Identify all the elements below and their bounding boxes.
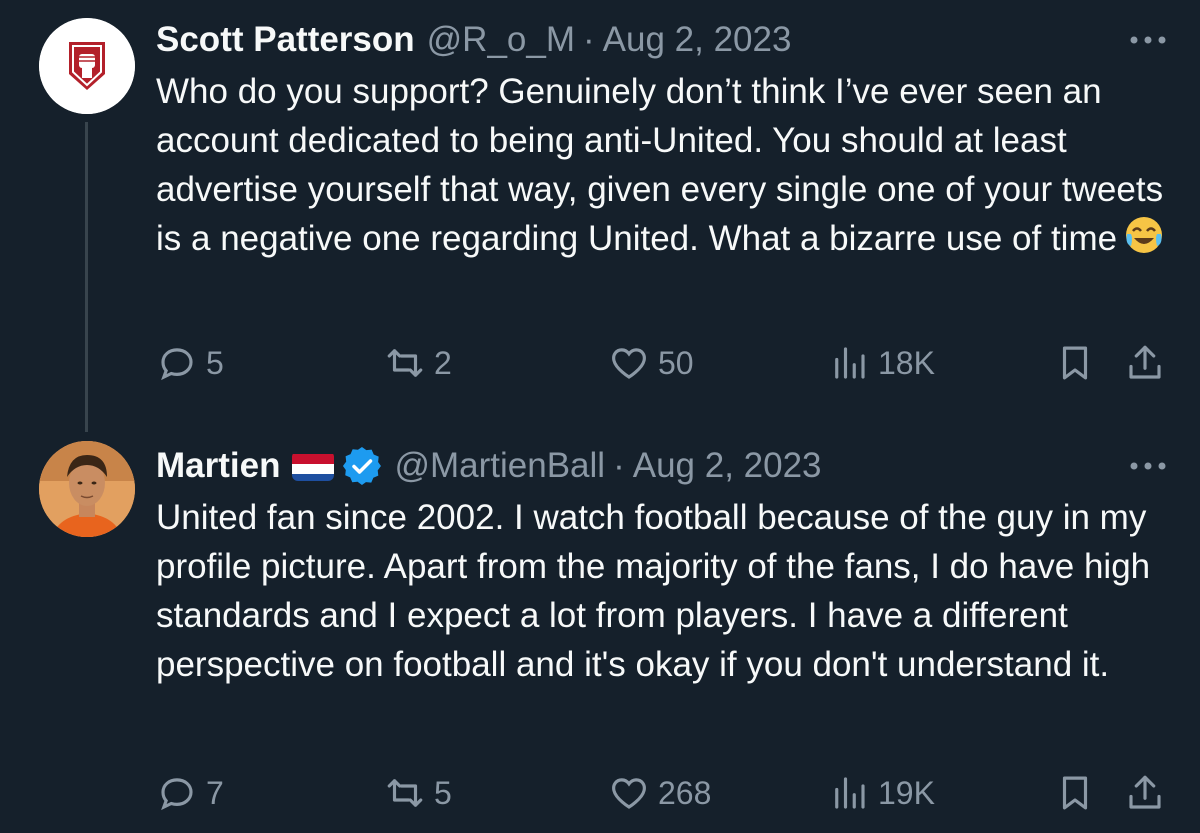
tweet[interactable]: Martien @MartienBall · Aug 2, 2023 Unite… <box>0 420 1200 833</box>
retweet-icon <box>387 349 423 377</box>
netherlands-flag-icon <box>292 451 335 481</box>
author-handle[interactable]: @R_o_M <box>427 18 575 62</box>
views-button[interactable]: 19K <box>828 770 935 816</box>
tweet-header: Martien @MartienBall · Aug 2, 2023 <box>156 444 822 488</box>
more-icon[interactable] <box>1128 30 1168 50</box>
tweet-text: United fan since 2002. I watch football … <box>156 493 1176 689</box>
author-name[interactable]: Martien <box>156 444 280 488</box>
raised-fist-shield-icon <box>39 18 135 114</box>
views-button[interactable]: 18K <box>828 340 935 386</box>
retweet-count: 5 <box>434 774 452 811</box>
more-icon[interactable] <box>1128 456 1168 476</box>
action-bar: 5 2 50 18K <box>156 340 1176 386</box>
tweet-text-content: United fan since 2002. I watch football … <box>156 498 1151 684</box>
bookmark-icon <box>1062 776 1088 810</box>
retweet-icon <box>387 779 423 807</box>
views-count: 19K <box>878 774 935 811</box>
bookmark-button[interactable] <box>1054 340 1096 386</box>
bookmark-icon <box>1062 346 1088 380</box>
share-icon <box>1129 345 1161 379</box>
like-count: 50 <box>658 344 694 381</box>
bookmark-button[interactable] <box>1054 770 1096 816</box>
share-button[interactable] <box>1124 770 1166 816</box>
author-handle[interactable]: @MartienBall <box>394 444 605 488</box>
face-with-tears-of-joy-icon <box>1123 214 1165 256</box>
views-icon <box>835 777 865 809</box>
profile-photo <box>39 441 135 537</box>
tweet-text-content: Who do you support? Genuinely don’t thin… <box>156 72 1164 258</box>
tweet-text: Who do you support? Genuinely don’t thin… <box>156 67 1176 263</box>
reply-icon <box>161 348 193 381</box>
reply-count: 7 <box>206 774 224 811</box>
reply-count: 5 <box>206 344 224 381</box>
share-icon <box>1129 775 1161 809</box>
tweet-date[interactable]: Aug 2, 2023 <box>603 18 792 62</box>
tweet-date[interactable]: Aug 2, 2023 <box>633 444 822 488</box>
views-icon <box>835 347 865 379</box>
verified-badge-icon[interactable] <box>342 446 382 486</box>
separator: · <box>583 20 595 59</box>
retweet-count: 2 <box>434 344 452 381</box>
like-icon <box>612 348 646 379</box>
like-button[interactable]: 50 <box>608 340 694 386</box>
retweet-button[interactable]: 5 <box>384 770 452 816</box>
author-name[interactable]: Scott Patterson <box>156 18 415 62</box>
like-button[interactable]: 268 <box>608 770 711 816</box>
like-count: 268 <box>658 774 712 811</box>
thread-line <box>85 122 88 432</box>
tweet[interactable]: Scott Patterson @R_o_M · Aug 2, 2023 Who… <box>0 0 1200 432</box>
retweet-button[interactable]: 2 <box>384 340 452 386</box>
action-bar: 7 5 268 19K <box>156 770 1176 816</box>
like-icon <box>612 778 646 809</box>
tweet-header: Scott Patterson @R_o_M · Aug 2, 2023 <box>156 18 791 62</box>
reply-button[interactable]: 7 <box>156 770 224 816</box>
separator: · <box>613 446 625 485</box>
reply-button[interactable]: 5 <box>156 340 224 386</box>
avatar[interactable] <box>39 18 135 114</box>
views-count: 18K <box>878 344 935 381</box>
avatar[interactable] <box>39 441 135 537</box>
share-button[interactable] <box>1124 340 1166 386</box>
reply-icon <box>161 778 193 811</box>
